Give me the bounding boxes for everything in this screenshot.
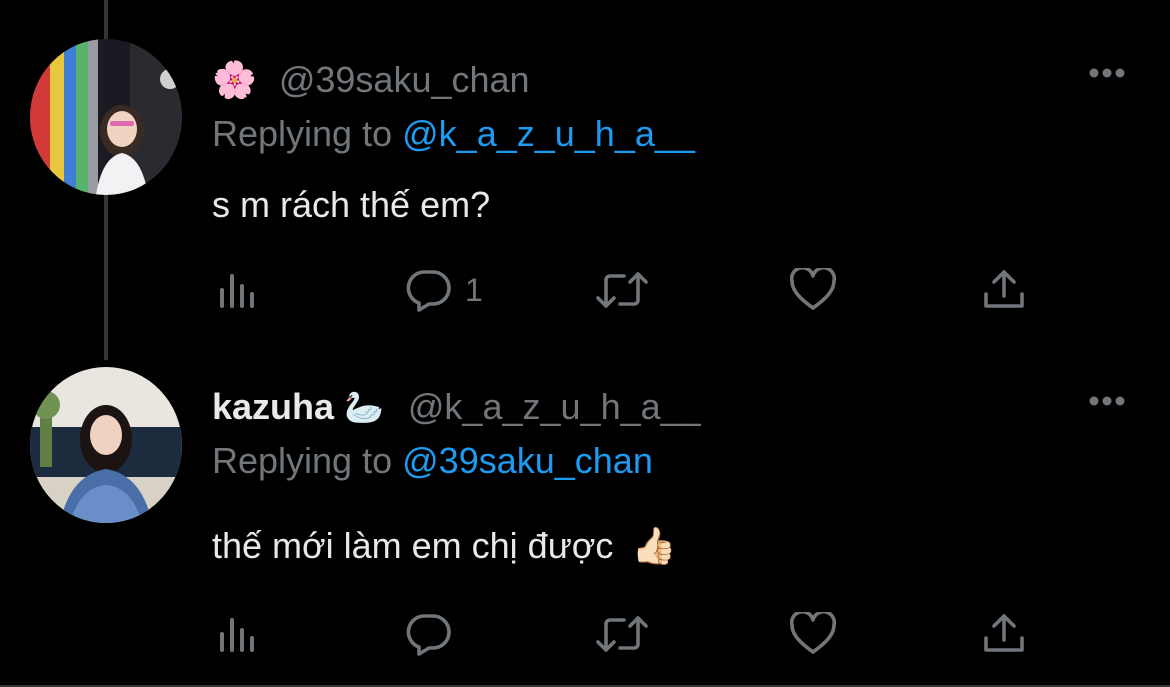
replying-to-line: Replying to @39saku_chan <box>212 437 653 485</box>
like-icon <box>789 612 837 656</box>
share-button[interactable] <box>982 268 1026 312</box>
views-button[interactable] <box>216 614 260 654</box>
replying-to-mention[interactable]: @k_a_z_u_h_a__ <box>402 113 695 154</box>
views-icon <box>216 614 260 654</box>
like-button[interactable] <box>789 268 837 312</box>
reply-button[interactable] <box>405 612 465 656</box>
retweet-button[interactable] <box>594 270 650 310</box>
replying-to-mention[interactable]: @39saku_chan <box>402 440 653 481</box>
share-icon <box>982 612 1026 656</box>
display-name-emoji: 🦢 <box>344 389 384 425</box>
thumbs-up-emoji: 👍🏻 <box>631 525 677 566</box>
views-icon <box>216 270 260 310</box>
more-options-icon[interactable] <box>1088 66 1126 80</box>
user-handle[interactable]: @39saku_chan <box>279 59 530 101</box>
like-icon <box>789 268 837 312</box>
tweet-text-body: thế mới làm em chị được <box>212 525 614 566</box>
avatar[interactable] <box>30 367 182 523</box>
reply-count: 1 <box>465 271 483 308</box>
display-name[interactable]: kazuha <box>212 386 334 428</box>
avatar[interactable] <box>30 39 182 195</box>
user-handle[interactable]: @k_a_z_u_h_a__ <box>408 386 701 428</box>
replying-prefix: Replying to <box>212 440 393 481</box>
reply-button[interactable]: 1 <box>405 268 483 312</box>
reply-icon <box>405 268 453 312</box>
replying-prefix: Replying to <box>212 113 393 154</box>
tweet-text: thế mới làm em chị được 👍🏻 <box>212 521 676 571</box>
display-name-emoji: 🌸 <box>212 59 257 100</box>
reply-icon <box>405 612 453 656</box>
retweet-icon <box>594 270 650 310</box>
more-options-icon[interactable] <box>1088 394 1126 408</box>
share-icon <box>982 268 1026 312</box>
share-button[interactable] <box>982 612 1026 656</box>
tweet-text: s m rách thế em? <box>212 184 491 225</box>
views-button[interactable] <box>216 270 260 310</box>
retweet-button[interactable] <box>594 614 650 654</box>
replying-to-line: Replying to @k_a_z_u_h_a__ <box>212 110 695 158</box>
like-button[interactable] <box>789 612 837 656</box>
retweet-icon <box>594 614 650 654</box>
